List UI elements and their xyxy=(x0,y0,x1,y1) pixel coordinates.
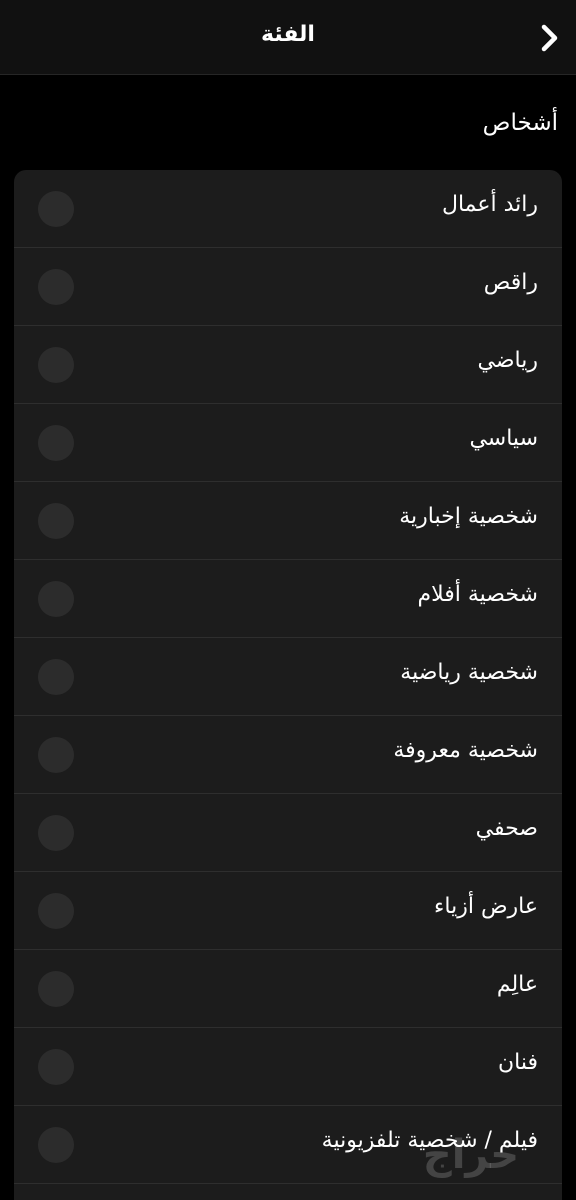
list-item[interactable]: شخصية أفلام xyxy=(14,560,562,638)
list-item[interactable]: سياسي xyxy=(14,404,562,482)
radio-button[interactable] xyxy=(38,425,74,461)
option-label: سياسي xyxy=(469,426,538,451)
list-item[interactable]: راقص xyxy=(14,248,562,326)
radio-button[interactable] xyxy=(38,659,74,695)
option-label: راقص xyxy=(483,270,538,295)
watermark-text: حراج xyxy=(423,1132,519,1178)
list-item[interactable]: صحفي xyxy=(14,794,562,872)
chevron-back-icon xyxy=(541,24,558,52)
option-label: شخصية إخبارية xyxy=(399,504,538,529)
radio-button[interactable] xyxy=(38,503,74,539)
list-item[interactable]: عالِم xyxy=(14,950,562,1028)
list-item[interactable]: رياضي xyxy=(14,326,562,404)
option-label: شخصية معروفة xyxy=(393,738,538,763)
list-item[interactable]: رائد أعمال xyxy=(14,170,562,248)
page-title: الفئة xyxy=(261,22,315,47)
option-label: شخصية رياضية xyxy=(400,660,538,685)
list-item[interactable]: شخصية معروفة xyxy=(14,716,562,794)
radio-button[interactable] xyxy=(38,815,74,851)
list-item[interactable]: شخصية إخبارية xyxy=(14,482,562,560)
haraj-watermark-logo: حراج xyxy=(423,1132,519,1178)
radio-button[interactable] xyxy=(38,347,74,383)
list-item[interactable]: عارض أزياء xyxy=(14,872,562,950)
radio-button[interactable] xyxy=(38,893,74,929)
option-label: رائد أعمال xyxy=(441,192,538,217)
radio-button[interactable] xyxy=(38,1127,74,1163)
option-label: عالِم xyxy=(496,972,538,997)
option-label: فنان xyxy=(497,1050,538,1075)
list-item[interactable]: شخصية رياضية xyxy=(14,638,562,716)
option-label: شخصية أفلام xyxy=(417,582,538,607)
radio-button[interactable] xyxy=(38,581,74,617)
radio-button[interactable] xyxy=(38,269,74,305)
option-label: عارض أزياء xyxy=(434,894,538,919)
radio-button[interactable] xyxy=(38,971,74,1007)
radio-button[interactable] xyxy=(38,1049,74,1085)
section-title: أشخاص xyxy=(482,110,558,136)
navigation-bar: الفئة xyxy=(0,0,576,75)
option-label: رياضي xyxy=(477,348,538,373)
back-button[interactable] xyxy=(534,20,564,56)
list-item[interactable]: فنان xyxy=(14,1028,562,1106)
option-label: صحفي xyxy=(475,816,538,841)
options-list: رائد أعمال راقص رياضي سياسي شخصية إخباري… xyxy=(14,170,562,1200)
radio-button[interactable] xyxy=(38,191,74,227)
radio-button[interactable] xyxy=(38,737,74,773)
